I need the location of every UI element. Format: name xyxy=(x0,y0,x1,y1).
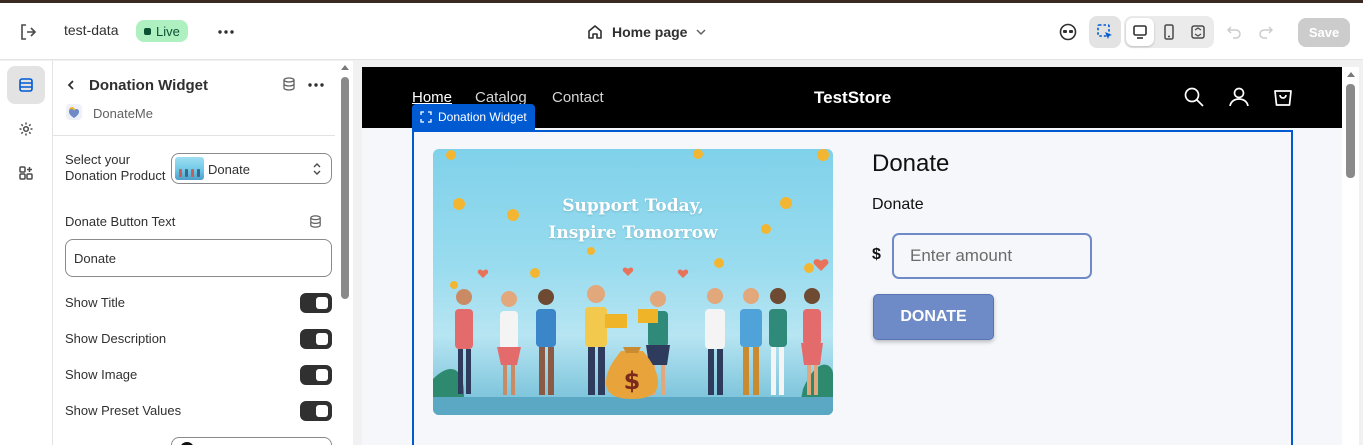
settings-panel: Donation Widget DonateMe Select your Don… xyxy=(53,61,353,445)
ellipsis-icon xyxy=(308,83,324,87)
page-selector[interactable]: Home page xyxy=(586,19,707,45)
donation-description: Donate xyxy=(872,196,924,213)
sections-icon xyxy=(19,78,33,92)
app-name: DonateMe xyxy=(93,106,153,121)
show-title-toggle[interactable] xyxy=(300,293,332,313)
chevron-left-icon xyxy=(67,80,74,90)
settings-gear-icon xyxy=(19,122,33,136)
donation-illustration: $ xyxy=(433,149,833,415)
store-logo[interactable]: TestStore xyxy=(814,88,891,108)
fullscreen-icon xyxy=(1191,25,1205,39)
desktop-icon xyxy=(1133,25,1147,39)
sidekick-icon xyxy=(1059,23,1077,41)
redo-icon xyxy=(1259,26,1274,39)
storefront-preview: Home Catalog Contact TestStore Donation … xyxy=(362,67,1342,445)
product-select-label: Select your Donation Product xyxy=(65,152,166,183)
next-setting-field[interactable] xyxy=(171,437,332,445)
show-preset-values-label: Show Preset Values xyxy=(65,403,182,418)
panel-title: Donation Widget xyxy=(89,77,209,94)
exit-icon[interactable] xyxy=(16,20,40,44)
ai-assistant-button[interactable] xyxy=(1054,16,1082,48)
selected-block-label: Donation Widget xyxy=(438,110,527,124)
show-image-toggle[interactable] xyxy=(300,365,332,385)
cart-icon[interactable] xyxy=(1271,85,1295,109)
editor-topbar: test-data Live Home page Save xyxy=(0,3,1363,60)
fullscreen-view-button[interactable] xyxy=(1185,16,1211,48)
donation-amount-input[interactable] xyxy=(892,233,1092,279)
show-description-label: Show Description xyxy=(65,331,167,346)
hero-line-1: Support Today, xyxy=(562,196,704,216)
more-actions-button[interactable] xyxy=(212,20,240,44)
dynamic-source-icon[interactable] xyxy=(308,214,323,234)
account-icon[interactable] xyxy=(1227,85,1251,109)
donation-title: Donate xyxy=(872,150,950,177)
mobile-icon xyxy=(1164,24,1174,40)
chevron-down-icon xyxy=(696,29,706,36)
button-text-label: Donate Button Text xyxy=(65,214,176,229)
store-name: test-data xyxy=(64,22,119,38)
search-icon[interactable] xyxy=(1182,85,1206,109)
preview-scrollbar-thumb[interactable] xyxy=(1346,84,1355,178)
hero-text: Support Today, Inspire Tomorrow xyxy=(433,193,833,247)
divider xyxy=(53,135,352,136)
currency-symbol: $ xyxy=(872,246,881,263)
panel-scrollbar-thumb[interactable] xyxy=(341,77,349,299)
product-select-value: Donate xyxy=(208,162,250,177)
donate-button[interactable]: DONATE xyxy=(873,294,994,340)
show-image-label: Show Image xyxy=(65,367,138,382)
hero-line-2: Inspire Tomorrow xyxy=(548,223,718,243)
redo-button[interactable] xyxy=(1254,16,1278,48)
show-preset-values-toggle[interactable] xyxy=(300,401,332,421)
home-icon xyxy=(588,25,602,39)
svg-text:$: $ xyxy=(624,367,641,395)
live-dot-icon xyxy=(144,27,151,35)
live-status-label: Live xyxy=(156,23,180,39)
donation-image: $ Support Today, Inspire Tomorrow xyxy=(433,149,833,415)
show-title-label: Show Title xyxy=(65,295,125,310)
scroll-up-arrow-icon[interactable] xyxy=(341,65,349,70)
back-button[interactable] xyxy=(61,75,81,95)
button-text-input[interactable] xyxy=(65,239,332,277)
mobile-view-button[interactable] xyxy=(1156,16,1182,48)
panel-more-button[interactable] xyxy=(305,75,327,95)
undo-button[interactable] xyxy=(1222,16,1246,48)
donation-product-select[interactable]: Donate xyxy=(171,153,332,184)
scroll-up-arrow-icon[interactable] xyxy=(1347,72,1355,77)
block-frame-icon xyxy=(420,111,432,123)
sections-button[interactable] xyxy=(7,66,45,104)
selected-block-tag[interactable]: Donation Widget xyxy=(412,104,535,130)
page-selector-label: Home page xyxy=(612,24,688,40)
show-description-toggle[interactable] xyxy=(300,329,332,349)
desktop-view-button[interactable] xyxy=(1126,18,1154,46)
nav-contact-link[interactable]: Contact xyxy=(552,89,604,106)
save-button[interactable]: Save xyxy=(1298,18,1350,47)
apps-icon xyxy=(19,166,33,180)
undo-icon xyxy=(1226,26,1241,39)
ellipsis-icon xyxy=(218,30,234,34)
app-embeds-button[interactable] xyxy=(7,154,45,192)
product-thumbnail xyxy=(175,157,204,180)
inspector-toggle-button[interactable] xyxy=(1089,16,1121,48)
dynamic-source-icon[interactable] xyxy=(281,76,297,97)
donateme-app-icon xyxy=(65,103,83,121)
editor-rail xyxy=(0,61,53,445)
live-status-badge: Live xyxy=(136,20,188,42)
theme-settings-button[interactable] xyxy=(7,110,45,148)
select-chevrons-icon xyxy=(313,163,321,175)
select-cursor-icon xyxy=(1097,24,1112,39)
